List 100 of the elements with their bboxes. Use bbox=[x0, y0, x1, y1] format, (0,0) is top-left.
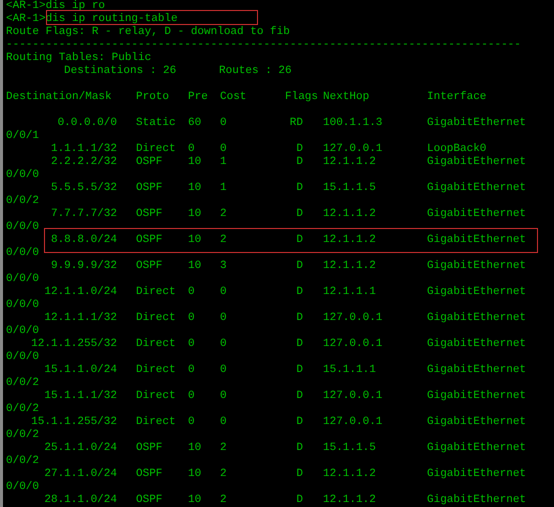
table-cell: GigabitEthernet bbox=[427, 312, 526, 325]
table-cell-text: Direct bbox=[136, 143, 177, 156]
table-cell: LoopBack0 bbox=[427, 143, 486, 156]
table-cell-text: 100.1.1.3 bbox=[323, 117, 384, 130]
table-title: Routing Tables: Public bbox=[6, 52, 152, 64]
table-cell-text: 0 bbox=[220, 338, 228, 351]
table-cell-text: D bbox=[295, 208, 303, 221]
table-cell: 0/0/0 bbox=[6, 481, 40, 493]
table-cell-text: 8.8.8.0/24 bbox=[50, 234, 117, 247]
table-cell-text: 15.1.1.1/32 bbox=[43, 390, 117, 403]
table-cell: 0/0/0 bbox=[6, 351, 40, 363]
table-cell-text: D bbox=[295, 364, 303, 377]
table-cell-text: 10 bbox=[188, 208, 202, 221]
table-cell-text: 10 bbox=[188, 468, 202, 481]
table-cell-text: 5.5.5.5/32 bbox=[50, 182, 117, 195]
column-header: Interface bbox=[427, 91, 486, 104]
table-cell: 0/0/0 bbox=[6, 221, 40, 233]
table-cell-text: D bbox=[295, 286, 303, 299]
table-cell-text: 127.0.0.1 bbox=[323, 416, 384, 429]
table-cell-text: OSPF bbox=[136, 442, 164, 455]
table-cell-text: 0 bbox=[188, 338, 196, 351]
table-cell-text: D bbox=[295, 234, 303, 247]
table-cell-text: 2 bbox=[220, 208, 228, 221]
table-cell-text: 0 bbox=[220, 416, 228, 429]
table-cell-text: Direct bbox=[136, 390, 177, 403]
prompt-text: <AR-1> bbox=[6, 0, 46, 13]
table-cell: 0/0/0 bbox=[6, 325, 40, 337]
flags-legend: Route Flags: R - relay, D - download to fib bbox=[6, 26, 290, 38]
table-cell-text: OSPF bbox=[136, 208, 164, 221]
table-cell-text: 9.9.9.9/32 bbox=[50, 260, 117, 273]
table-cell-text: 0 bbox=[188, 286, 196, 299]
table-cell-text: 15.1.1.255/32 bbox=[30, 416, 117, 429]
table-cell-text: 15.1.1.0/24 bbox=[43, 364, 117, 377]
table-cell-text: D bbox=[295, 143, 303, 156]
table-cell-text: 127.0.0.1 bbox=[323, 143, 384, 156]
table-cell-text: 0 bbox=[220, 312, 228, 325]
table-cell-text: 12.1.1.2 bbox=[323, 494, 377, 507]
table-cell-text: D bbox=[295, 312, 303, 325]
table-cell-text: 12.1.1.2 bbox=[323, 208, 377, 221]
separator-line: ------------------------------------------------------------------------------ bbox=[6, 39, 521, 51]
table-cell: 0/0/2 bbox=[6, 195, 40, 207]
table-cell-text: 12.1.1.255/32 bbox=[30, 338, 117, 351]
table-cell-text: 10 bbox=[188, 182, 202, 195]
table-cell-text: D bbox=[295, 494, 303, 507]
table-cell-text: Direct bbox=[136, 312, 177, 325]
table-cell-text: 12.1.1.1 bbox=[323, 286, 377, 299]
table-cell-text: OSPF bbox=[136, 182, 164, 195]
table-cell-text: D bbox=[295, 416, 303, 429]
table-cell-text: 12.1.1.2 bbox=[323, 260, 377, 273]
table-cell-text: 127.0.0.1 bbox=[323, 390, 384, 403]
table-cell-text: Static bbox=[136, 117, 177, 130]
table-cell-text: 12.1.1.0/24 bbox=[43, 286, 117, 299]
table-cell-text: D bbox=[295, 156, 303, 169]
table-cell-text: 127.0.0.1 bbox=[323, 338, 384, 351]
table-cell: 0/0/2 bbox=[6, 429, 40, 441]
table-cell-text: 25.1.1.0/24 bbox=[43, 442, 117, 455]
table-cell: 0/0/0 bbox=[6, 247, 40, 259]
table-cell-text: 28.1.1.0/24 bbox=[43, 494, 117, 507]
table-cell-text: OSPF bbox=[136, 234, 164, 247]
column-header: Proto bbox=[136, 91, 170, 104]
table-cell: GigabitEthernet bbox=[427, 117, 526, 130]
table-cell-text: 10 bbox=[188, 234, 202, 247]
routes-count: Routes : 26 bbox=[219, 65, 292, 78]
table-cell-text: 12.1.1.2 bbox=[323, 234, 377, 247]
table-cell: GigabitEthernet bbox=[427, 156, 526, 169]
table-cell-text: 0 bbox=[220, 390, 228, 403]
table-cell-text: D bbox=[295, 260, 303, 273]
table-cell-text: 1.1.1.1/32 bbox=[50, 143, 117, 156]
table-cell-text: D bbox=[295, 468, 303, 481]
table-cell: GigabitEthernet bbox=[427, 182, 526, 195]
prompt-text: <AR-1> bbox=[6, 13, 46, 26]
table-cell-text: OSPF bbox=[136, 260, 164, 273]
table-cell-text: 27.1.1.0/24 bbox=[43, 468, 117, 481]
table-cell-text: 2 bbox=[220, 442, 228, 455]
table-cell-text: 127.0.0.1 bbox=[323, 312, 384, 325]
table-cell-text: 15.1.1.5 bbox=[323, 442, 377, 455]
table-cell: GigabitEthernet bbox=[427, 494, 526, 507]
table-cell: GigabitEthernet bbox=[427, 390, 526, 403]
table-cell-text: 0 bbox=[188, 312, 196, 325]
table-cell-text: Direct bbox=[136, 416, 177, 429]
table-cell-text: 12.1.1.2 bbox=[323, 156, 377, 169]
table-cell-text: 0 bbox=[220, 364, 228, 377]
table-cell-text: 1 bbox=[220, 156, 228, 169]
table-cell-text: 10 bbox=[188, 442, 202, 455]
table-cell: GigabitEthernet bbox=[427, 468, 526, 481]
table-cell-text: D bbox=[295, 442, 303, 455]
table-cell-text: 10 bbox=[188, 260, 202, 273]
table-cell-text: Direct bbox=[136, 338, 177, 351]
column-header: Cost bbox=[220, 91, 248, 104]
table-cell: GigabitEthernet bbox=[427, 234, 526, 247]
table-cell-text: 0 bbox=[188, 364, 196, 377]
column-header: Pre bbox=[188, 91, 209, 104]
table-cell-text: 0 bbox=[220, 143, 228, 156]
table-cell: 0/0/0 bbox=[6, 299, 40, 311]
table-cell-text: OSPF bbox=[136, 468, 164, 481]
column-header: NextHop bbox=[323, 91, 370, 104]
table-cell-text: 0 bbox=[188, 416, 196, 429]
column-header: Flags bbox=[285, 91, 320, 104]
table-cell: 0/0/1 bbox=[6, 130, 40, 142]
table-cell: 0/0/0 bbox=[6, 169, 40, 181]
